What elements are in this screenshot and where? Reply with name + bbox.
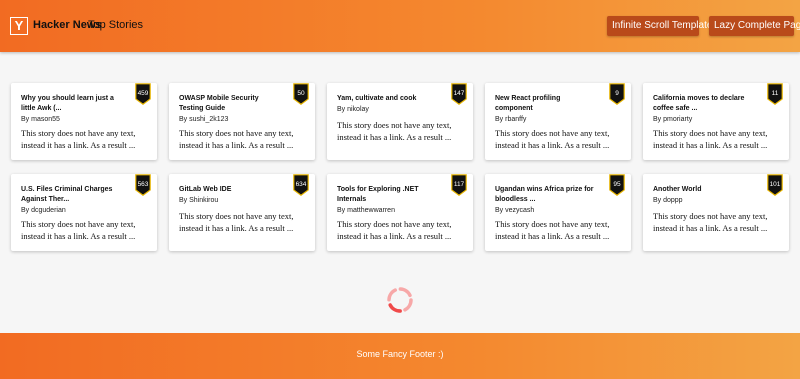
score-value: 101 [769,181,781,188]
score-badge: 95 [609,174,625,196]
story-excerpt: This story does not have any text, inste… [653,128,768,150]
story-author: By nikolay [337,106,369,113]
infinite-scroll-template-button[interactable]: Infinite Scroll Template [607,16,712,36]
story-author: By vezycash [495,207,535,214]
story-title[interactable]: Tools for Exploring .NET Internals [337,185,439,205]
score-badge: 459 [135,83,151,105]
story-author: By mason55 [21,116,60,123]
score-value: 634 [295,181,307,188]
story-excerpt: This story does not have any text, inste… [337,219,452,241]
page-footer: Some Fancy Footer :) [0,333,800,379]
loading-spinner-icon [387,287,413,313]
score-value: 117 [453,181,465,188]
story-author: By dcguderian [21,207,66,214]
score-badge: 101 [767,174,783,196]
story-author: By pmoriarty [653,116,693,123]
hn-logo[interactable]: Y [10,17,28,35]
story-title[interactable]: U.S. Files Criminal Charges Against Ther… [21,185,123,205]
story-excerpt: This story does not have any text, inste… [179,128,294,150]
story-excerpt: This story does not have any text, inste… [653,211,768,233]
story-excerpt: This story does not have any text, inste… [179,211,294,233]
score-badge: 147 [451,83,467,105]
section-title: Top Stories [88,19,144,31]
story-title[interactable]: New React profiling component [495,94,597,114]
score-value: 147 [453,90,465,97]
story-title[interactable]: Why you should learn just a little Awk (… [21,94,123,114]
story-author: By doppp [653,197,683,204]
story-card[interactable]: GitLab Web IDE By Shinkirou This story doe… [169,174,315,251]
app-header: Y Hacker News Top Stories Infinite Scrol… [0,0,800,52]
score-badge: 117 [451,174,467,196]
story-title[interactable]: Ugandan wins Africa prize for bloodless … [495,185,597,205]
story-card[interactable]: Tools for Exploring .NET Internals By mat… [327,174,473,251]
score-value: 50 [297,90,305,97]
story-card[interactable]: Another World By doppp This story does not… [643,174,789,251]
story-author: By matthewwarren [337,207,395,214]
story-card[interactable]: Why you should learn just a little Awk (… [11,83,157,160]
score-value: 95 [613,181,621,188]
story-card[interactable]: New React profiling component By rbanffy T… [485,83,631,160]
score-value: 9 [615,90,619,97]
story-title[interactable]: California moves to declare coffee safe … [653,94,755,114]
story-title[interactable]: Another World [653,185,755,195]
score-value: 11 [771,90,779,97]
story-author: By sushi_2k123 [179,116,229,123]
story-card[interactable]: California moves to declare coffee safe … [643,83,789,160]
story-title[interactable]: OWASP Mobile Security Testing Guide [179,94,281,114]
story-card[interactable]: Yam, cultivate and cook By nikolay This st… [327,83,473,160]
story-excerpt: This story does not have any text, inste… [495,219,610,241]
story-author: By Shinkirou [179,197,219,204]
story-excerpt: This story does not have any text, inste… [337,120,452,142]
story-title[interactable]: Yam, cultivate and cook [337,94,439,104]
story-card[interactable]: OWASP Mobile Security Testing Guide By su… [169,83,315,160]
story-title[interactable]: GitLab Web IDE [179,185,281,195]
story-excerpt: This story does not have any text, inste… [21,219,136,241]
score-badge: 50 [293,83,309,105]
story-excerpt: This story does not have any text, inste… [495,128,610,150]
story-card[interactable]: U.S. Files Criminal Charges Against Ther… [11,174,157,251]
score-badge: 634 [293,174,309,196]
story-excerpt: This story does not have any text, inste… [21,128,136,150]
story-author: By rbanffy [495,116,527,123]
score-badge: 9 [609,83,625,105]
score-badge: 563 [135,174,151,196]
score-value: 459 [137,90,149,97]
lazy-complete-page-button[interactable]: Lazy Complete Page [709,16,800,36]
story-card[interactable]: Ugandan wins Africa prize for bloodless … [485,174,631,251]
score-badge: 11 [767,83,783,105]
score-value: 563 [137,181,149,188]
